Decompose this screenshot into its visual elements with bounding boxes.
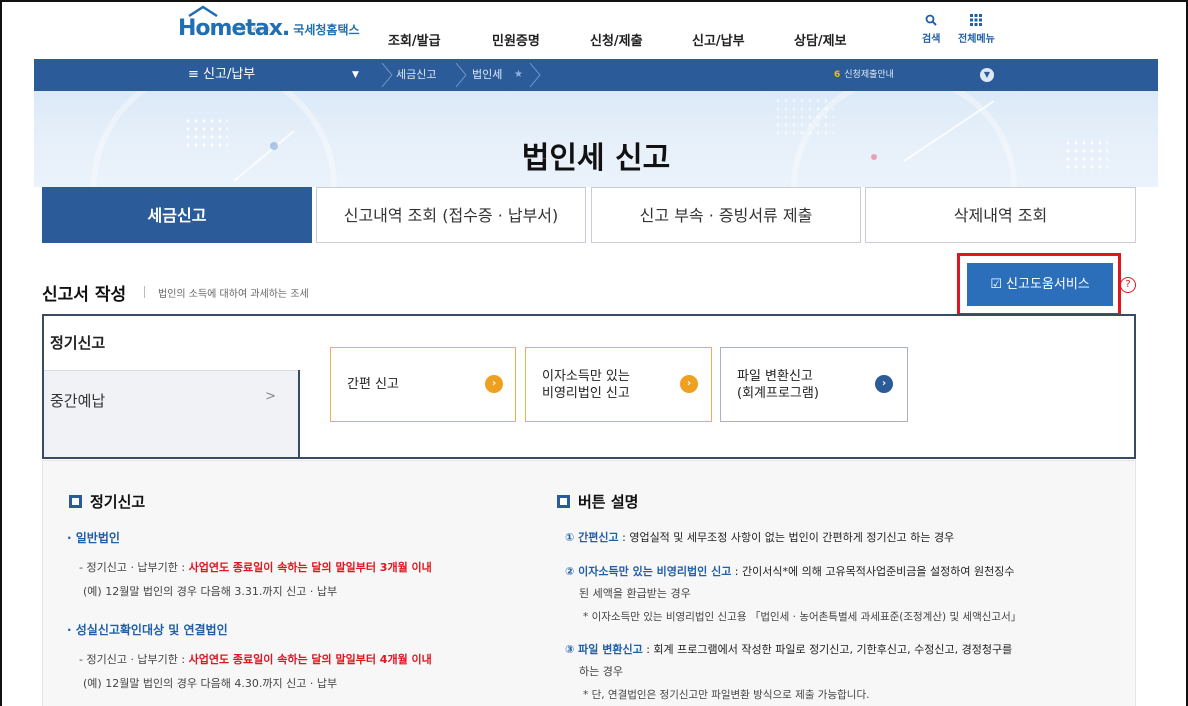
search-icon <box>922 14 940 30</box>
breadcrumb-step-tax-report[interactable]: 세금신고 <box>396 59 436 91</box>
general-corp-example: (예) 12월말 법인의 경우 다음해 3.31.까지 신고 · 납부 <box>83 585 338 598</box>
square-bullet-icon <box>69 495 82 508</box>
linked-corp-title: · 성실신고확인대상 및 연결법인 <box>67 623 228 637</box>
search-button[interactable]: 검색 <box>922 14 940 45</box>
general-corp-title: · 일반법인 <box>67 531 120 545</box>
arrow-right-icon: › <box>680 375 698 393</box>
file-conversion-report-button[interactable]: 파일 변환신고 (회계프로그램) › <box>720 347 908 422</box>
panel-divider <box>298 370 300 459</box>
option-label-line1: 이자소득만 있는 <box>542 369 630 384</box>
breadcrumb-step-corporate-tax[interactable]: 법인세 <box>472 59 502 91</box>
search-label: 검색 <box>922 34 941 45</box>
guide-number: 6 <box>834 70 841 80</box>
section-title: 신고서 작성 <box>42 285 127 305</box>
chevron-down-icon[interactable]: ▼ <box>980 68 994 82</box>
button-desc-nonprofit-note: * 이자소득만 있는 비영리법인 신고용 「법인세 · 농어촌특별세 과세표준(… <box>583 611 1022 623</box>
option-label: 간편 신고 <box>347 377 399 392</box>
all-menu-button[interactable]: 전체메뉴 <box>958 14 995 45</box>
page-banner: 법인세 신고 <box>34 91 1158 187</box>
submission-guide-link[interactable]: 6 신청제출안내 <box>834 59 894 91</box>
tab-deleted-history[interactable]: 삭제내역 조회 <box>865 187 1136 243</box>
linked-corp-deadline: - 정기신고 · 납부기한 : 사업연도 종료일이 속하는 달의 말일부터 4개… <box>79 653 432 666</box>
linked-corp-example: (예) 12월말 법인의 경우 다음해 4.30.까지 신고 · 납부 <box>83 677 338 690</box>
button-desc-file-note: * 단, 연결법인은 정기신고만 파일변환 방식으로 제출 가능합니다. <box>583 689 870 701</box>
grid-menu-icon <box>958 14 995 30</box>
button-desc-file-cont: 하는 경우 <box>579 665 623 678</box>
simple-report-button[interactable]: 간편 신고 › <box>330 347 516 422</box>
chevron-right-icon <box>529 63 541 87</box>
page-frame: 전자문 알세서비스 Hometax. 국세청홈택스 조회/발급 민원증명 신청/… <box>0 0 1188 706</box>
breadcrumb-menu-dropdown[interactable]: ≡ 신고/납부 ▼ <box>34 59 380 91</box>
button-desc-nonprofit-cont: 된 세액을 환급받는 경우 <box>579 587 691 600</box>
logo-korean: 국세청홈택스 <box>293 23 360 37</box>
page-title: 법인세 신고 <box>521 141 671 176</box>
square-bullet-icon <box>557 495 570 508</box>
top-nav: 전자문 알세서비스 Hometax. 국세청홈택스 조회/발급 민원증명 신청/… <box>2 2 1186 58</box>
nav-report-pay[interactable]: 신고/납부 <box>692 30 745 49</box>
breadcrumb: ≡ 신고/납부 ▼ 세금신고 법인세 ★ 6 신청제출안내 ▼ <box>34 59 1158 91</box>
arrow-right-icon: › <box>485 375 503 393</box>
side-tab-interim-prepayment[interactable]: 중간예납 > <box>44 370 300 428</box>
caret-down-icon: ▼ <box>352 70 359 80</box>
nonprofit-interest-report-button[interactable]: 이자소득만 있는 비영리법인 신고 › <box>525 347 712 422</box>
info-heading-regular: 정기신고 <box>69 491 145 512</box>
chevron-right-icon <box>381 63 393 87</box>
nav-apply-submit[interactable]: 신청/제출 <box>590 30 643 49</box>
info-heading-buttons: 버튼 설명 <box>557 491 638 512</box>
option-label-line1: 파일 변환신고 <box>737 369 813 384</box>
side-tab-spacer <box>44 428 300 457</box>
breadcrumb-menu-label: ≡ 신고/납부 <box>188 67 256 82</box>
tab-attachment-submit[interactable]: 신고 부속 · 증빙서류 제출 <box>591 187 861 243</box>
button-desc-file: ③ 파일 변환신고 : 회계 프로그램에서 작성한 파일로 정기신고, 기한후신… <box>565 643 1013 656</box>
guide-label: 신청제출안내 <box>844 70 894 80</box>
report-help-service-button[interactable]: ☑ 신고도움서비스 <box>967 263 1113 306</box>
arrow-right-icon: › <box>875 375 893 393</box>
nav-inquiry-issue[interactable]: 조회/발급 <box>388 30 441 49</box>
nav-consult-report[interactable]: 상담/제보 <box>794 30 847 49</box>
help-question-icon[interactable]: ? <box>1120 277 1136 293</box>
option-label-line2: (회계프로그램) <box>737 386 819 401</box>
hometax-logo[interactable]: 전자문 알세서비스 Hometax. 국세청홈택스 <box>178 5 360 41</box>
nav-certificates[interactable]: 민원증명 <box>492 30 540 49</box>
option-label-line2: 비영리법인 신고 <box>542 386 630 401</box>
info-box: 정기신고 · 일반법인 - 정기신고 · 납부기한 : 사업연도 종료일이 속하… <box>42 460 1136 706</box>
chevron-right-icon <box>455 63 467 87</box>
general-corp-deadline: - 정기신고 · 납부기한 : 사업연도 종료일이 속하는 달의 말일부터 3개… <box>79 561 432 574</box>
section-divider <box>144 286 145 298</box>
section-description: 법인의 소득에 대하여 과세하는 조세 <box>158 289 309 300</box>
side-tab-label: 중간예납 <box>50 392 106 410</box>
side-tab-regular-report[interactable]: 정기신고 <box>42 314 300 370</box>
help-button-label: 신고도움서비스 <box>1006 277 1090 292</box>
button-desc-nonprofit: ② 이자소득만 있는 비영리법인 신고 : 간이서식*에 의해 고유목적사업준비… <box>565 565 1015 578</box>
all-menu-label: 전체메뉴 <box>958 34 995 45</box>
chevron-right-icon: > <box>265 389 276 404</box>
logo-wordmark: Hometax. <box>178 16 290 41</box>
tab-tax-report[interactable]: 세금신고 <box>42 187 312 243</box>
edit-icon: ☑ <box>990 277 1007 292</box>
star-icon[interactable]: ★ <box>514 59 523 91</box>
tab-report-history[interactable]: 신고내역 조회 (접수증 · 납부서) <box>316 187 586 243</box>
button-desc-simple: ① 간편신고 : 영업실적 및 세무조정 사항이 없는 법인이 간편하게 정기신… <box>565 531 955 544</box>
